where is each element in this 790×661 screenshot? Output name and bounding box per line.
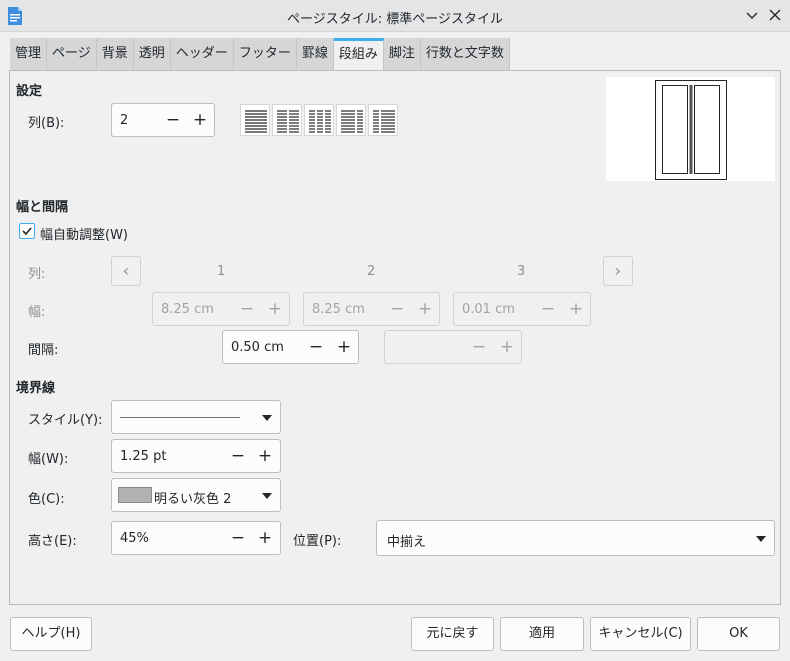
color-label: 色(C):	[28, 492, 65, 507]
width-spacing-heading: 幅と間隔	[16, 200, 69, 215]
minus-icon[interactable]: −	[229, 528, 247, 548]
minus-icon[interactable]: −	[388, 299, 406, 319]
position-dropdown[interactable]: 中揃え	[376, 520, 775, 556]
plus-icon[interactable]: +	[266, 299, 284, 319]
position-value: 中揃え	[387, 535, 427, 550]
columns-value[interactable]: 2	[120, 113, 128, 128]
separator-heading: 境界線	[16, 381, 56, 396]
style-label: スタイル(Y):	[28, 413, 103, 428]
spacing-2-stepper[interactable]: − +	[384, 330, 522, 364]
line-style-dropdown[interactable]	[111, 400, 281, 434]
left-wide-columns-preset[interactable]	[336, 104, 366, 136]
column-number-3: 3	[517, 264, 526, 279]
column-3-width-value[interactable]: 0.01 cm	[462, 302, 515, 317]
column-3-width-stepper[interactable]: 0.01 cm − +	[453, 292, 591, 326]
page-preview	[606, 77, 775, 181]
one-column-preset[interactable]	[240, 104, 270, 136]
plus-icon[interactable]: +	[191, 110, 209, 130]
column-number-1: 1	[217, 264, 226, 279]
tab-page[interactable]: ページ	[47, 38, 97, 70]
line-style-sample	[120, 417, 240, 418]
minus-icon[interactable]: −	[229, 446, 247, 466]
minus-icon[interactable]: −	[164, 110, 182, 130]
line-width-value[interactable]: 1.25 pt	[120, 449, 166, 464]
plus-icon[interactable]: +	[567, 299, 585, 319]
column-2-width-stepper[interactable]: 8.25 cm − +	[303, 292, 440, 326]
previous-column-button[interactable]: ‹	[111, 256, 141, 286]
tab-transparency[interactable]: 透明	[133, 38, 171, 70]
ok-button[interactable]: OK	[697, 617, 780, 651]
tab-organizer[interactable]: 管理	[10, 38, 48, 70]
plus-icon[interactable]: +	[256, 446, 274, 466]
tab-footnote[interactable]: 脚注	[383, 38, 421, 70]
line-color-dropdown[interactable]: 明るい灰色 2	[111, 478, 281, 512]
columns-stepper[interactable]: 2 − +	[111, 103, 215, 137]
column-1-width-value[interactable]: 8.25 cm	[161, 302, 214, 317]
spacing-stepper[interactable]: 0.50 cm − +	[222, 330, 359, 364]
autowidth-label[interactable]: 幅自動調整(W)	[40, 224, 128, 243]
line-width-label: 幅(W):	[28, 452, 69, 467]
tab-columns[interactable]: 段組み	[333, 38, 384, 70]
autowidth-checkbox[interactable]	[19, 223, 35, 239]
help-button[interactable]: ヘルプ(H)	[10, 617, 92, 651]
width-label: 幅:	[28, 305, 46, 320]
plus-icon[interactable]: +	[498, 337, 516, 357]
chevron-down-icon[interactable]	[744, 7, 760, 23]
tab-text-grid[interactable]: 行数と文字数	[420, 38, 510, 70]
right-wide-columns-preset[interactable]	[368, 104, 398, 136]
tab-bar: 管理 ページ 背景 透明 ヘッダー フッター 罫線 段組み 脚注 行数と文字数	[10, 38, 510, 70]
columns-label: 列(B):	[28, 116, 65, 131]
tab-header[interactable]: ヘッダー	[170, 38, 234, 70]
color-swatch	[118, 487, 152, 503]
spacing-label: 間隔:	[28, 343, 59, 358]
window-title: ページスタイル: 標準ページスタイル	[287, 12, 503, 27]
apply-button[interactable]: 適用	[500, 617, 584, 651]
position-label: 位置(P):	[293, 534, 342, 549]
tab-footer[interactable]: フッター	[233, 38, 297, 70]
height-value[interactable]: 45%	[120, 531, 149, 546]
plus-icon[interactable]: +	[416, 299, 434, 319]
reset-button[interactable]: 元に戻す	[411, 617, 494, 651]
height-label: 高さ(E):	[28, 534, 77, 549]
minus-icon[interactable]: −	[307, 337, 325, 357]
spacing-value[interactable]: 0.50 cm	[231, 340, 284, 355]
tab-background[interactable]: 背景	[96, 38, 134, 70]
column-number-2: 2	[367, 264, 376, 279]
chevron-down-icon[interactable]	[756, 536, 766, 542]
cancel-button[interactable]: キャンセル(C)	[590, 617, 691, 651]
minus-icon[interactable]: −	[539, 299, 557, 319]
chevron-down-icon[interactable]	[262, 415, 272, 421]
next-column-button[interactable]: ›	[603, 256, 633, 286]
plus-icon[interactable]: +	[256, 528, 274, 548]
three-columns-preset[interactable]	[304, 104, 334, 136]
two-columns-preset[interactable]	[272, 104, 302, 136]
column-2-width-value[interactable]: 8.25 cm	[312, 302, 365, 317]
color-value: 明るい灰色 2	[154, 492, 232, 507]
minus-icon[interactable]: −	[470, 337, 488, 357]
column-1-width-stepper[interactable]: 8.25 cm − +	[152, 292, 290, 326]
close-icon[interactable]	[767, 7, 783, 23]
plus-icon[interactable]: +	[335, 337, 353, 357]
height-stepper[interactable]: 45% − +	[111, 521, 281, 555]
settings-heading: 設定	[16, 84, 43, 99]
minus-icon[interactable]: −	[238, 299, 256, 319]
line-width-stepper[interactable]: 1.25 pt − +	[111, 439, 281, 473]
column-label: 列:	[28, 267, 46, 282]
title-bar: ページスタイル: 標準ページスタイル	[0, 0, 790, 32]
tab-borders[interactable]: 罫線	[296, 38, 334, 70]
chevron-down-icon[interactable]	[262, 493, 272, 499]
